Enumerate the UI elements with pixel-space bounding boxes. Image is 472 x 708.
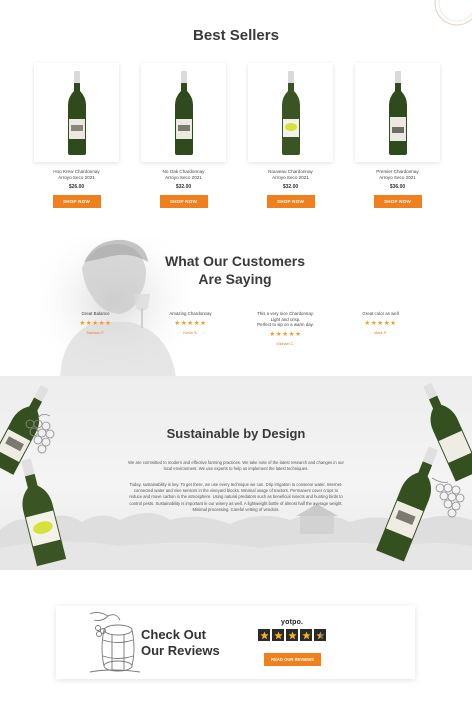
shop-now-button[interactable]: SHOP NOW — [373, 194, 422, 208]
testimonial-item: Amazing Chardonnay ★★★★★ Kevin S. — [143, 311, 238, 346]
testimonial-author: Michael C. — [276, 341, 295, 346]
wine-bottle-icon — [281, 70, 300, 155]
product-name-line1: Nouveau Chardonnay — [268, 169, 313, 174]
page: Best Sellers Hoo Krew Chardonnay Arroyo … — [0, 0, 472, 708]
wine-bottle-icon — [21, 458, 67, 567]
product-name-line2: Arroyo Seco 2021 — [272, 174, 309, 180]
product-name: Nouveau Chardonnay Arroyo Seco 2021 — [268, 169, 313, 181]
testimonial-text: Great color as well — [362, 311, 398, 317]
yotpo-logo: yotpo. — [281, 619, 304, 626]
testimonials-title: What Our Customers Are Saying — [140, 252, 330, 288]
star-rating-icon: ★★★★★ — [269, 330, 302, 338]
product-name-line2: Arroyo Seco 2021 — [58, 174, 95, 180]
product-card: Premier Chardonnay Arroyo Seco 2021 $36.… — [355, 63, 440, 208]
product-name-line2: Arroyo Seco 2021 — [165, 174, 202, 180]
shop-now-button[interactable]: SHOP NOW — [266, 194, 315, 208]
testimonial-author: Samson F. — [86, 330, 105, 335]
testimonial-author: Mark P. — [374, 330, 387, 335]
reviews-title-line2: Our Reviews — [141, 642, 220, 658]
testimonial-item: Great color as well ★★★★★ Mark P. — [333, 311, 428, 346]
testimonial-line: This a very nice Chardonnay. — [257, 311, 314, 316]
product-image[interactable] — [141, 63, 226, 162]
testimonial-author: Kevin S. — [183, 330, 198, 335]
star-icon — [272, 629, 284, 641]
sustainable-section: Sustainable by Design We are committed t… — [0, 376, 472, 570]
testimonial-text: Great Balance — [81, 311, 109, 317]
wine-bottle-icon — [174, 70, 193, 155]
sustainable-paragraph: We are committed to modern and effective… — [128, 460, 344, 472]
wine-bottle-icon — [388, 70, 407, 155]
testimonial-list: Great Balance ★★★★★ Samson F. Amazing Ch… — [48, 311, 428, 346]
reviews-title-line1: Check Out — [141, 627, 207, 642]
star-icon — [286, 629, 298, 641]
reviews-title: Check Out Our Reviews — [141, 627, 220, 658]
testimonial-text: Amazing Chardonnay — [169, 311, 211, 317]
product-name-line2: Arroyo Seco 2021 — [379, 174, 416, 180]
star-rating-icon: ★★★★★ — [364, 319, 397, 327]
testimonial-item: Great Balance ★★★★★ Samson F. — [48, 311, 143, 346]
best-sellers-title: Best Sellers — [193, 27, 279, 44]
reviews-card: Check Out Our Reviews yotpo. READ OUR RE… — [56, 606, 415, 679]
shop-now-button[interactable]: SHOP NOW — [159, 194, 208, 208]
product-price: $32.00 — [282, 183, 299, 190]
star-rating-icon: ★★★★★ — [174, 319, 207, 327]
sustainable-title: Sustainable by Design — [166, 426, 306, 441]
product-name: Premier Chardonnay Arroyo Seco 2021 — [376, 169, 418, 181]
star-icon — [258, 629, 270, 641]
product-name: Hoo Krew Chardonnay Arroyo Seco 2021 — [53, 169, 99, 181]
barrel-illustration-icon — [89, 611, 141, 673]
yotpo-star-rating — [258, 629, 326, 641]
shop-now-button[interactable]: SHOP NOW — [52, 194, 101, 208]
product-price: $36.00 — [389, 183, 406, 190]
wine-bottle-icon — [376, 446, 438, 562]
product-price: $32.00 — [175, 183, 192, 190]
product-card: Nouveau Chardonnay Arroyo Seco 2021 $32.… — [248, 63, 333, 208]
decorative-ring-icon — [434, 0, 472, 26]
star-icon — [300, 629, 312, 641]
testimonials-title-line1: What Our Customers — [164, 253, 305, 269]
product-image[interactable] — [34, 63, 119, 162]
product-name: No Oak Chardonnay Arroyo Seco 2021 — [163, 169, 205, 181]
product-image[interactable] — [248, 63, 333, 162]
product-card: No Oak Chardonnay Arroyo Seco 2021 $32.0… — [141, 63, 226, 208]
testimonial-line: Perfect to sip on a warm day. — [257, 322, 314, 328]
testimonials-title-line2: Are Saying — [198, 271, 272, 287]
star-rating-icon: ★★★★★ — [79, 319, 112, 327]
testimonial-line: Great color as well — [362, 311, 399, 316]
product-price: $26.00 — [68, 183, 85, 190]
product-name-line1: No Oak Chardonnay — [162, 169, 205, 174]
testimonial-line: Amazing Chardonnay — [169, 311, 212, 316]
wine-bottle-icon — [67, 70, 86, 155]
testimonial-text: This a very nice Chardonnay. Light and c… — [257, 311, 314, 328]
product-image[interactable] — [355, 63, 440, 162]
sustainable-paragraph: Today, sustainability is key. To get the… — [129, 482, 343, 512]
product-card: Hoo Krew Chardonnay Arroyo Seco 2021 $26… — [34, 63, 119, 208]
product-name-line1: Premier Chardonnay — [376, 169, 419, 174]
product-grid: Hoo Krew Chardonnay Arroyo Seco 2021 $26… — [34, 63, 440, 208]
product-name-line1: Hoo Krew Chardonnay — [53, 169, 100, 174]
read-reviews-button[interactable]: READ OUR REVIEWS — [264, 653, 321, 666]
half-star-icon — [314, 629, 326, 641]
testimonial-item: This a very nice Chardonnay. Light and c… — [238, 311, 333, 346]
testimonial-line: Great Balance — [81, 311, 110, 316]
